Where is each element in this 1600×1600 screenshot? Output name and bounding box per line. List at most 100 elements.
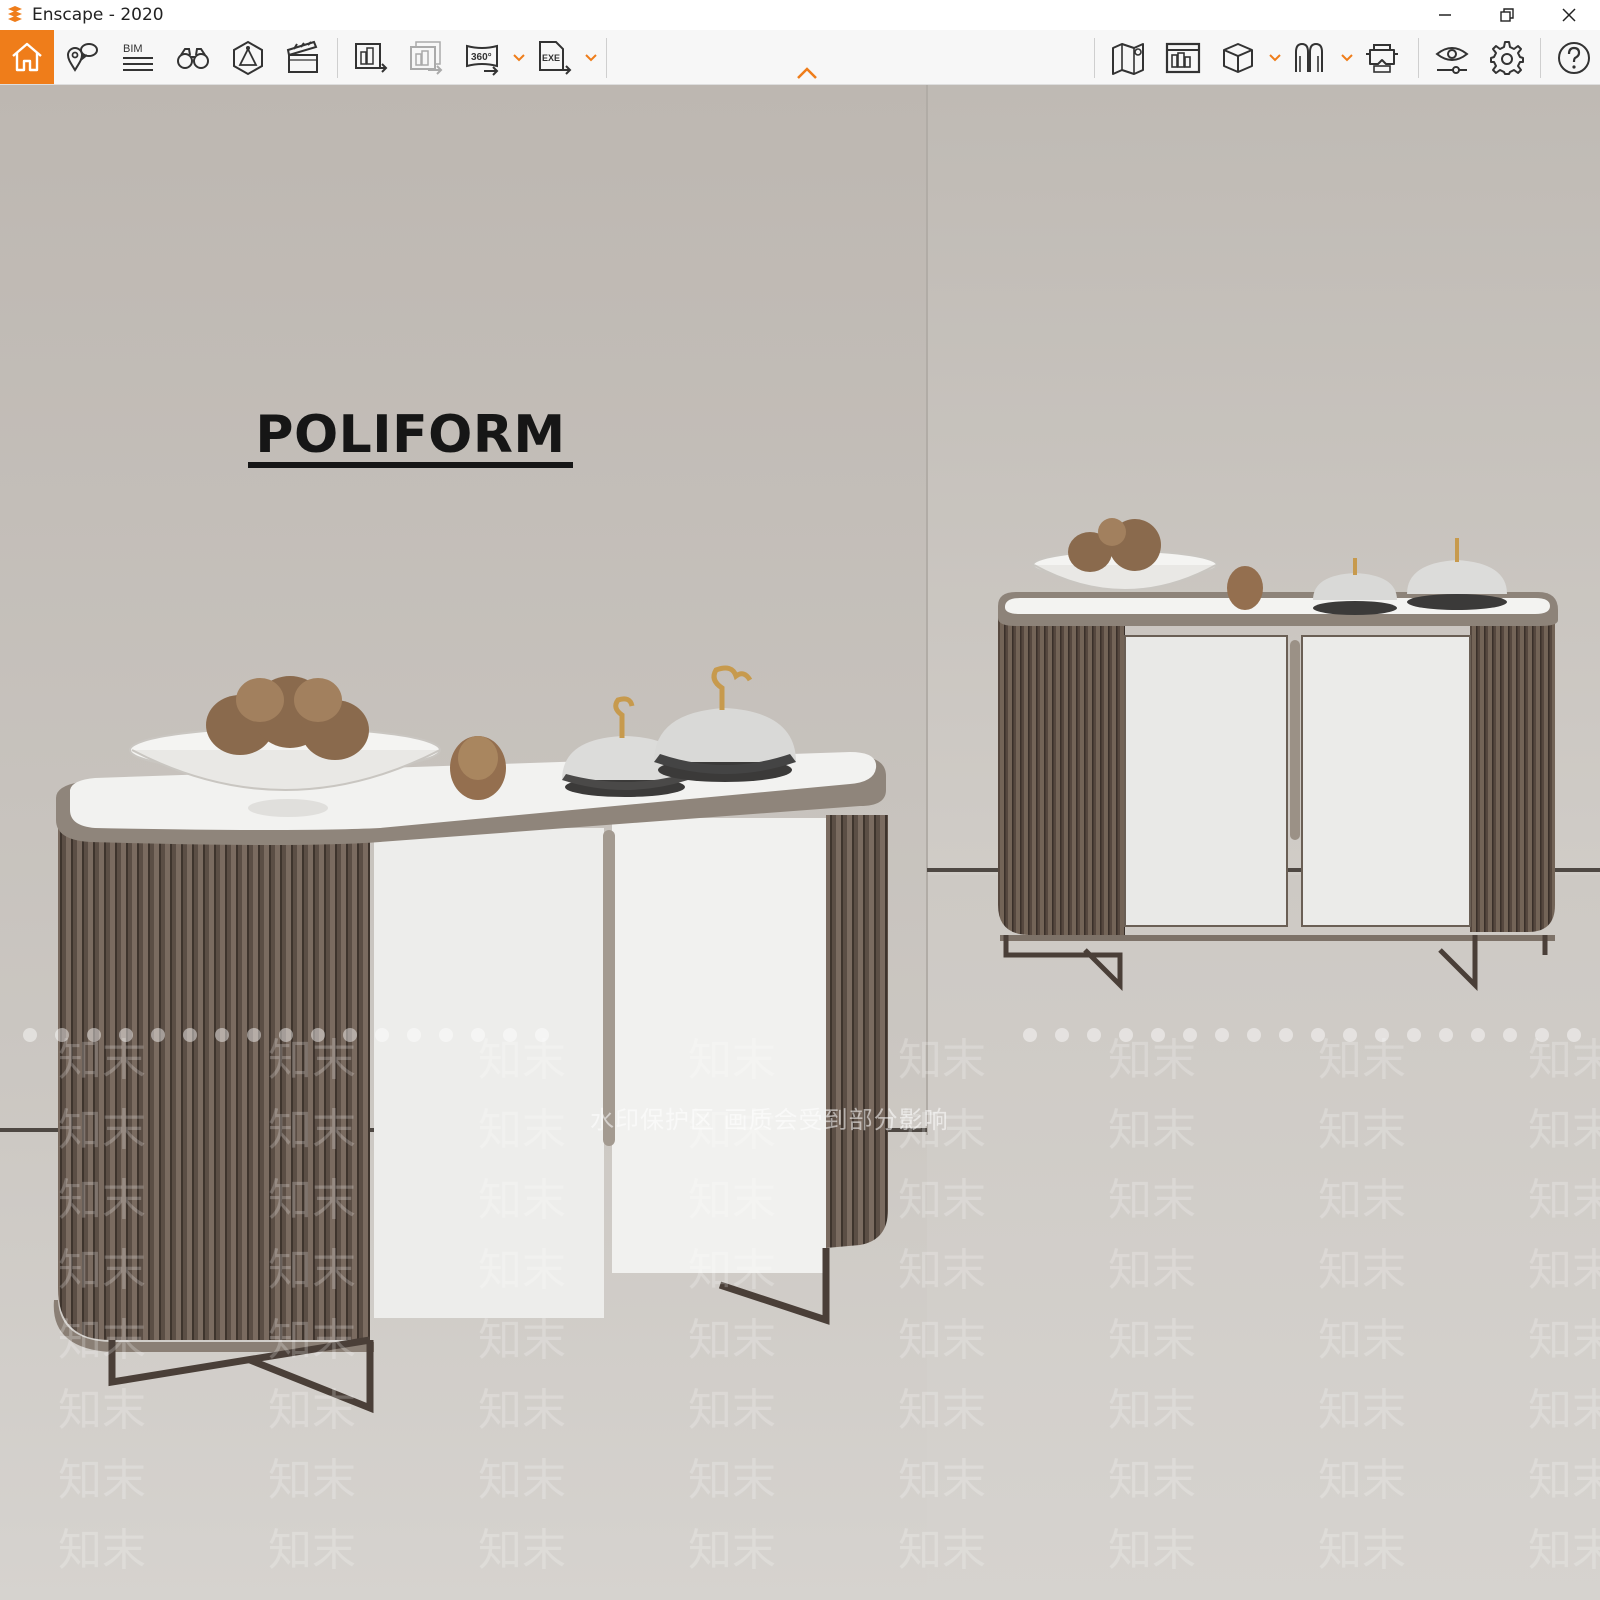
watermark-glyph: 知末 — [898, 1245, 986, 1296]
binoculars-icon — [177, 48, 209, 69]
close-button[interactable] — [1538, 0, 1600, 30]
settings-button[interactable] — [1485, 36, 1529, 80]
toolbar-separator — [337, 38, 338, 78]
minimize-button[interactable] — [1414, 0, 1476, 30]
home-button[interactable] — [0, 30, 54, 84]
watermark-glyph: 知末 — [898, 1175, 986, 1226]
cube-icon — [1223, 43, 1253, 73]
bim-list-icon: BIM — [123, 43, 153, 71]
watermark-glyph: 知末 — [1528, 1175, 1600, 1226]
watermark-glyph: 知末 — [1318, 1105, 1406, 1156]
watermark-glyph: 知末 — [898, 1385, 986, 1436]
close-icon — [1562, 8, 1576, 22]
watermark-glyph: 知末 — [1528, 1245, 1600, 1296]
watermark-glyph: 知末 — [898, 1525, 986, 1576]
window-title: Enscape - 2020 — [32, 5, 164, 25]
watermark-glyph: 知末 — [58, 1035, 146, 1086]
watermark-glyph: 知末 — [268, 1525, 356, 1576]
settings-icon — [1490, 41, 1524, 75]
toolbar-separator — [1094, 38, 1095, 78]
watermark-glyph: 知末 — [1108, 1035, 1196, 1086]
watermark-glyph: 知末 — [478, 1525, 566, 1576]
watermark-glyph: 知末 — [1108, 1245, 1196, 1296]
pin-comment-button[interactable] — [60, 36, 104, 80]
walk-dropdown-chevron-icon[interactable] — [1340, 52, 1354, 64]
watermark-glyph: 知末 — [1318, 1035, 1406, 1086]
watermark-glyph: 知末 — [688, 1245, 776, 1296]
watermark-glyph: 知末 — [478, 1175, 566, 1226]
brand-underline — [248, 462, 573, 468]
toolbar-separator — [606, 38, 607, 78]
vr-headset-button[interactable] — [1360, 36, 1404, 80]
visual-settings-button[interactable] — [1430, 36, 1474, 80]
exe-dropdown-chevron-icon[interactable] — [584, 52, 598, 64]
home-icon — [12, 42, 42, 72]
watermark-glyph: 知末 — [268, 1455, 356, 1506]
view-dropdown-chevron-icon[interactable] — [1268, 52, 1282, 64]
restore-icon — [1500, 8, 1514, 22]
map-button[interactable] — [1106, 36, 1150, 80]
watermark-glyph: 知末 — [1528, 1455, 1600, 1506]
watermark-glyph: 知末 — [1108, 1315, 1196, 1366]
exe-export-button[interactable]: EXE — [532, 36, 576, 80]
watermark-glyph: 知末 — [1528, 1105, 1600, 1156]
watermark-glyph: 知末 — [688, 1035, 776, 1086]
watermark-glyph: 知末 — [478, 1315, 566, 1366]
pin-comment-icon — [66, 43, 98, 72]
pano-label: 360° — [471, 52, 492, 63]
watermark-glyph: 知末 — [688, 1385, 776, 1436]
watermark-glyph: 知末 — [898, 1315, 986, 1366]
watermark-glyph: 知末 — [268, 1385, 356, 1436]
watermark-glyph: 知末 — [478, 1385, 566, 1436]
watermark-glyph: 知末 — [478, 1105, 566, 1156]
bim-button[interactable]: BIM — [116, 36, 160, 80]
watermark-glyph: 知末 — [1318, 1385, 1406, 1436]
watermark-glyph: 知末 — [58, 1455, 146, 1506]
watermark-glyph: 知末 — [688, 1315, 776, 1366]
walk-mode-icon — [1295, 42, 1323, 72]
watermark-glyph: 知末 — [268, 1315, 356, 1366]
watermark-glyph: 知末 — [478, 1245, 566, 1296]
watermark-glyph: 知末 — [1108, 1385, 1196, 1436]
render-viewport[interactable]: 知末 知末 知末 知末 知末 知末 知末 知末 知末 知末 知末 知末 知末 知末 知末 知末 知末 知末 知末 知末… — [0, 85, 1600, 1600]
walk-mode-button[interactable] — [1288, 36, 1332, 80]
watermark-glyph: 知末 — [1318, 1315, 1406, 1366]
render-export-button[interactable] — [349, 36, 393, 80]
panorama-dropdown-chevron-icon[interactable] — [512, 52, 526, 64]
brand-logo-text: POLIFORM — [255, 405, 566, 465]
video-editor-button[interactable] — [281, 36, 325, 80]
watermark-glyph: 知末 — [268, 1245, 356, 1296]
watermark-glyph: 知末 — [268, 1175, 356, 1226]
clapperboard-icon — [286, 40, 318, 73]
watermark-glyph: 知末 — [1528, 1035, 1600, 1086]
cube-button[interactable] — [1216, 36, 1260, 80]
asset-library-button[interactable] — [1161, 36, 1205, 80]
help-icon — [1558, 42, 1590, 74]
batch-render-icon — [410, 41, 443, 75]
panorama-360-button[interactable]: 360° — [460, 36, 504, 80]
watermark-glyph: 知末 — [1528, 1525, 1600, 1576]
exe-export-icon: EXE — [539, 41, 572, 75]
watermark-glyph: 知末 — [1318, 1525, 1406, 1576]
collapse-toolbar-chevron-icon[interactable] — [796, 66, 818, 80]
watermark-glyph: 知末 — [1528, 1385, 1600, 1436]
restore-button[interactable] — [1476, 0, 1538, 30]
watermark-text: 水印保护区 画质会受到部分影响 — [590, 1106, 949, 1134]
minimize-icon — [1439, 14, 1451, 16]
vr-headset-icon — [1366, 44, 1398, 73]
watermark-glyph: 知末 — [1528, 1315, 1600, 1366]
bim-label: BIM — [123, 43, 143, 55]
visual-settings-icon — [1435, 47, 1469, 74]
watermark-glyph: 知末 — [268, 1105, 356, 1156]
binoculars-button[interactable] — [171, 36, 215, 80]
help-button[interactable] — [1552, 36, 1596, 80]
panorama-360-icon: 360° — [466, 44, 499, 76]
watermark-glyph: 知末 — [1108, 1105, 1196, 1156]
batch-render-button[interactable] — [404, 36, 448, 80]
watermark-glyph: 知末 — [478, 1455, 566, 1506]
camera-view-button[interactable] — [226, 36, 270, 80]
render-export-icon — [355, 43, 388, 73]
watermark-glyph: 知末 — [58, 1175, 146, 1226]
watermark-glyph: 知末 — [898, 1455, 986, 1506]
watermark-glyph: 知末 — [268, 1035, 356, 1086]
